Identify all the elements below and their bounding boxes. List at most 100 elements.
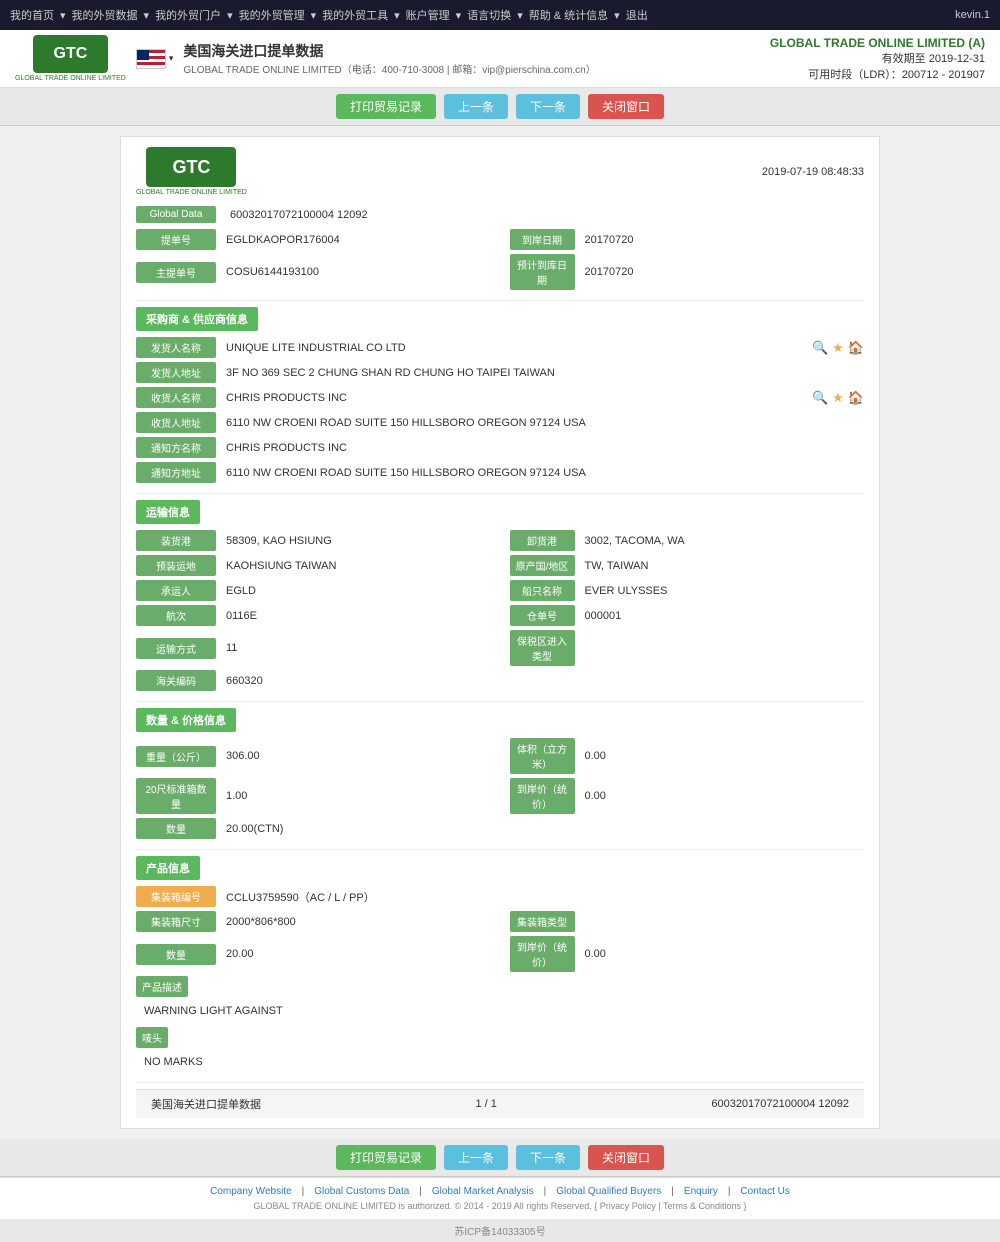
brand-name: GLOBAL TRADE ONLINE LIMITED (A) xyxy=(770,36,985,50)
shipper-search-icon[interactable]: 🔍 xyxy=(812,340,828,356)
close-button[interactable]: 关闭窗口 xyxy=(588,94,664,119)
doc-header: GTC GLOBAL TRADE ONLINE LIMITED 2019-07-… xyxy=(136,147,864,196)
nav-foreign-portal[interactable]: 我的外贸门户 xyxy=(155,7,221,23)
container-type-label: 集装箱类型 xyxy=(510,911,575,932)
origin-country-value: TW, TAIWAN xyxy=(579,558,865,574)
ldr-info: 可用时段（LDR）：200712 - 201907 xyxy=(770,66,985,82)
top-navigation: 我的首页 ▾ 我的外贸数据 ▾ 我的外贸门户 ▾ 我的外贸管理 ▾ 我的外贸工具… xyxy=(0,0,1000,30)
document-card: GTC GLOBAL TRADE ONLINE LIMITED 2019-07-… xyxy=(120,136,880,1129)
nav-home[interactable]: 我的首页 xyxy=(10,7,54,23)
flag-dropdown[interactable]: ▾ xyxy=(169,53,174,64)
footer-link-buyers[interactable]: Global Qualified Buyers xyxy=(556,1186,661,1197)
qty-label: 数量 xyxy=(136,818,216,839)
footer-links: Company Website | Global Customs Data | … xyxy=(15,1186,985,1197)
prev-button[interactable]: 上一条 xyxy=(444,94,508,119)
nav-foreign-mgmt[interactable]: 我的外贸管理 xyxy=(239,7,305,23)
origin-country-label: 原产国/地区 xyxy=(510,555,575,576)
product-qty-label: 数量 xyxy=(136,944,216,965)
bottom-prev-button[interactable]: 上一条 xyxy=(444,1145,508,1170)
nav-help[interactable]: 帮助 & 统计信息 xyxy=(529,7,608,23)
print-button[interactable]: 打印贸易记录 xyxy=(336,94,436,119)
container-no-value: CCLU3759590（AC / L / PP） xyxy=(220,887,864,907)
notify-name-label: 通知方名称 xyxy=(136,437,216,458)
consignee-addr-value: 6110 NW CROENI ROAD SUITE 150 HILLSBORO … xyxy=(220,415,864,431)
quantity-section: 数量 & 价格信息 重量（公斤） 306.00 体积（立方米） 0.00 20尺… xyxy=(136,708,864,839)
shipper-star-icon[interactable]: ★ xyxy=(832,340,844,356)
est-arrival-label: 预计到库日期 xyxy=(510,254,575,290)
volume-label: 体积（立方米） xyxy=(510,738,575,774)
nav-logout[interactable]: 退出 xyxy=(626,7,648,23)
consignee-home-icon[interactable]: 🏠 xyxy=(848,390,864,406)
bottom-close-button[interactable]: 关闭窗口 xyxy=(588,1145,664,1170)
carrier-value: EGLD xyxy=(220,583,506,599)
vessel-label: 船只名称 xyxy=(510,580,575,601)
arrival-date-value: 20170720 xyxy=(579,232,865,248)
doc-logo-sub: GLOBAL TRADE ONLINE LIMITED xyxy=(136,189,247,196)
footer-link-enquiry[interactable]: Enquiry xyxy=(684,1186,718,1197)
qty-row: 数量 20.00(CTN) xyxy=(136,818,864,839)
container-size-label: 集装箱尺寸 xyxy=(136,911,216,932)
product-desc-label: 产品描述 xyxy=(136,976,188,997)
customs-value: 660320 xyxy=(220,673,864,689)
consignee-icons: 🔍 ★ 🏠 xyxy=(812,390,864,406)
weight-label: 重量（公斤） xyxy=(136,746,216,767)
nav-account[interactable]: 账户管理 xyxy=(406,7,450,23)
us-flag xyxy=(136,49,166,69)
header-title-block: 美国海关进口提单数据 GLOBAL TRADE ONLINE LIMITED（电… xyxy=(183,41,595,76)
consignee-search-icon[interactable]: 🔍 xyxy=(812,390,828,406)
footer-link-contact[interactable]: Contact Us xyxy=(740,1186,789,1197)
master-bill-row: 主提单号 COSU6144193100 预计到库日期 20170720 xyxy=(136,254,864,290)
footer-link-company[interactable]: Company Website xyxy=(210,1186,292,1197)
shipper-name-value: UNIQUE LITE INDUSTRIAL CO LTD xyxy=(220,340,808,356)
header-left: GTC GLOBAL TRADE ONLINE LIMITED ▾ 美国海关进口… xyxy=(15,35,596,82)
quantity-section-header: 数量 & 价格信息 xyxy=(136,708,236,732)
nav-language[interactable]: 语言切换 xyxy=(467,7,511,23)
top-toolbar: 打印贸易记录 上一条 下一条 关闭窗口 xyxy=(0,88,1000,126)
footer-link-customs[interactable]: Global Customs Data xyxy=(314,1186,409,1197)
notify-name-row: 通知方名称 CHRIS PRODUCTS INC xyxy=(136,437,864,458)
next-button[interactable]: 下一条 xyxy=(516,94,580,119)
std20-value: 1.00 xyxy=(220,788,506,804)
bottom-next-button[interactable]: 下一条 xyxy=(516,1145,580,1170)
nav-foreign-tools[interactable]: 我的外贸工具 xyxy=(322,7,388,23)
arrival-price-value: 0.00 xyxy=(579,788,865,804)
shipper-name-row: 发货人名称 UNIQUE LITE INDUSTRIAL CO LTD 🔍 ★ … xyxy=(136,337,864,358)
vessel-value: EVER ULYSSES xyxy=(579,583,865,599)
shipper-name-label: 发货人名称 xyxy=(136,337,216,358)
container-size-value: 2000*806*800 xyxy=(220,914,506,930)
notify-addr-value: 6110 NW CROENI ROAD SUITE 150 HILLSBORO … xyxy=(220,465,864,481)
footer-link-market[interactable]: Global Market Analysis xyxy=(432,1186,534,1197)
master-bill-label: 主提单号 xyxy=(136,262,216,283)
bonded-value xyxy=(579,646,865,650)
customs-row: 海关编码 660320 xyxy=(136,670,864,691)
voyage-label: 航次 xyxy=(136,605,216,626)
std20-price-row: 20尺标准箱数量 1.00 到岸价（统价） 0.00 xyxy=(136,778,864,814)
logo-subtitle: GLOBAL TRADE ONLINE LIMITED xyxy=(15,75,126,82)
consignee-addr-label: 收货人地址 xyxy=(136,412,216,433)
shipping-section: 运输信息 装货港 58309, KAO HSIUNG 卸货港 3002, TAC… xyxy=(136,500,864,691)
product-qty-value: 20.00 xyxy=(220,946,506,962)
footer-copyright: GLOBAL TRADE ONLINE LIMITED is authorize… xyxy=(15,1201,985,1211)
header-right: GLOBAL TRADE ONLINE LIMITED (A) 有效期至 201… xyxy=(770,36,985,82)
pagination-source: 美国海关进口提单数据 xyxy=(151,1096,261,1112)
product-qty-price-row: 数量 20.00 到岸价（统价） 0.00 xyxy=(136,936,864,972)
doc-logo: GTC GLOBAL TRADE ONLINE LIMITED xyxy=(136,147,247,196)
loading-place-value: KAOHSIUNG TAIWAN xyxy=(220,558,506,574)
page-title: 美国海关进口提单数据 xyxy=(183,41,595,61)
consignee-star-icon[interactable]: ★ xyxy=(832,390,844,406)
pagination-page: 1 / 1 xyxy=(475,1098,496,1110)
nav-trade-data[interactable]: 我的外贸数据 xyxy=(72,7,138,23)
bottom-print-button[interactable]: 打印贸易记录 xyxy=(336,1145,436,1170)
arrival-price-label: 到岸价（统价） xyxy=(510,778,575,814)
voyage-value: 0116E xyxy=(220,608,506,624)
container-type-value xyxy=(579,920,865,924)
main-content: GTC GLOBAL TRADE ONLINE LIMITED 2019-07-… xyxy=(0,126,1000,1139)
logo: GTC GLOBAL TRADE ONLINE LIMITED xyxy=(15,35,126,82)
transport-bonded-row: 运输方式 11 保税区进入类型 xyxy=(136,630,864,666)
footer-terms-link[interactable]: Terms & Conditions xyxy=(663,1201,741,1211)
transport-value: 11 xyxy=(220,640,506,656)
footer-privacy-link[interactable]: Privacy Policy xyxy=(600,1201,656,1211)
container-no-row: 集装箱编号 CCLU3759590（AC / L / PP） xyxy=(136,886,864,907)
shipper-home-icon[interactable]: 🏠 xyxy=(848,340,864,356)
consignee-name-label: 收货人名称 xyxy=(136,387,216,408)
